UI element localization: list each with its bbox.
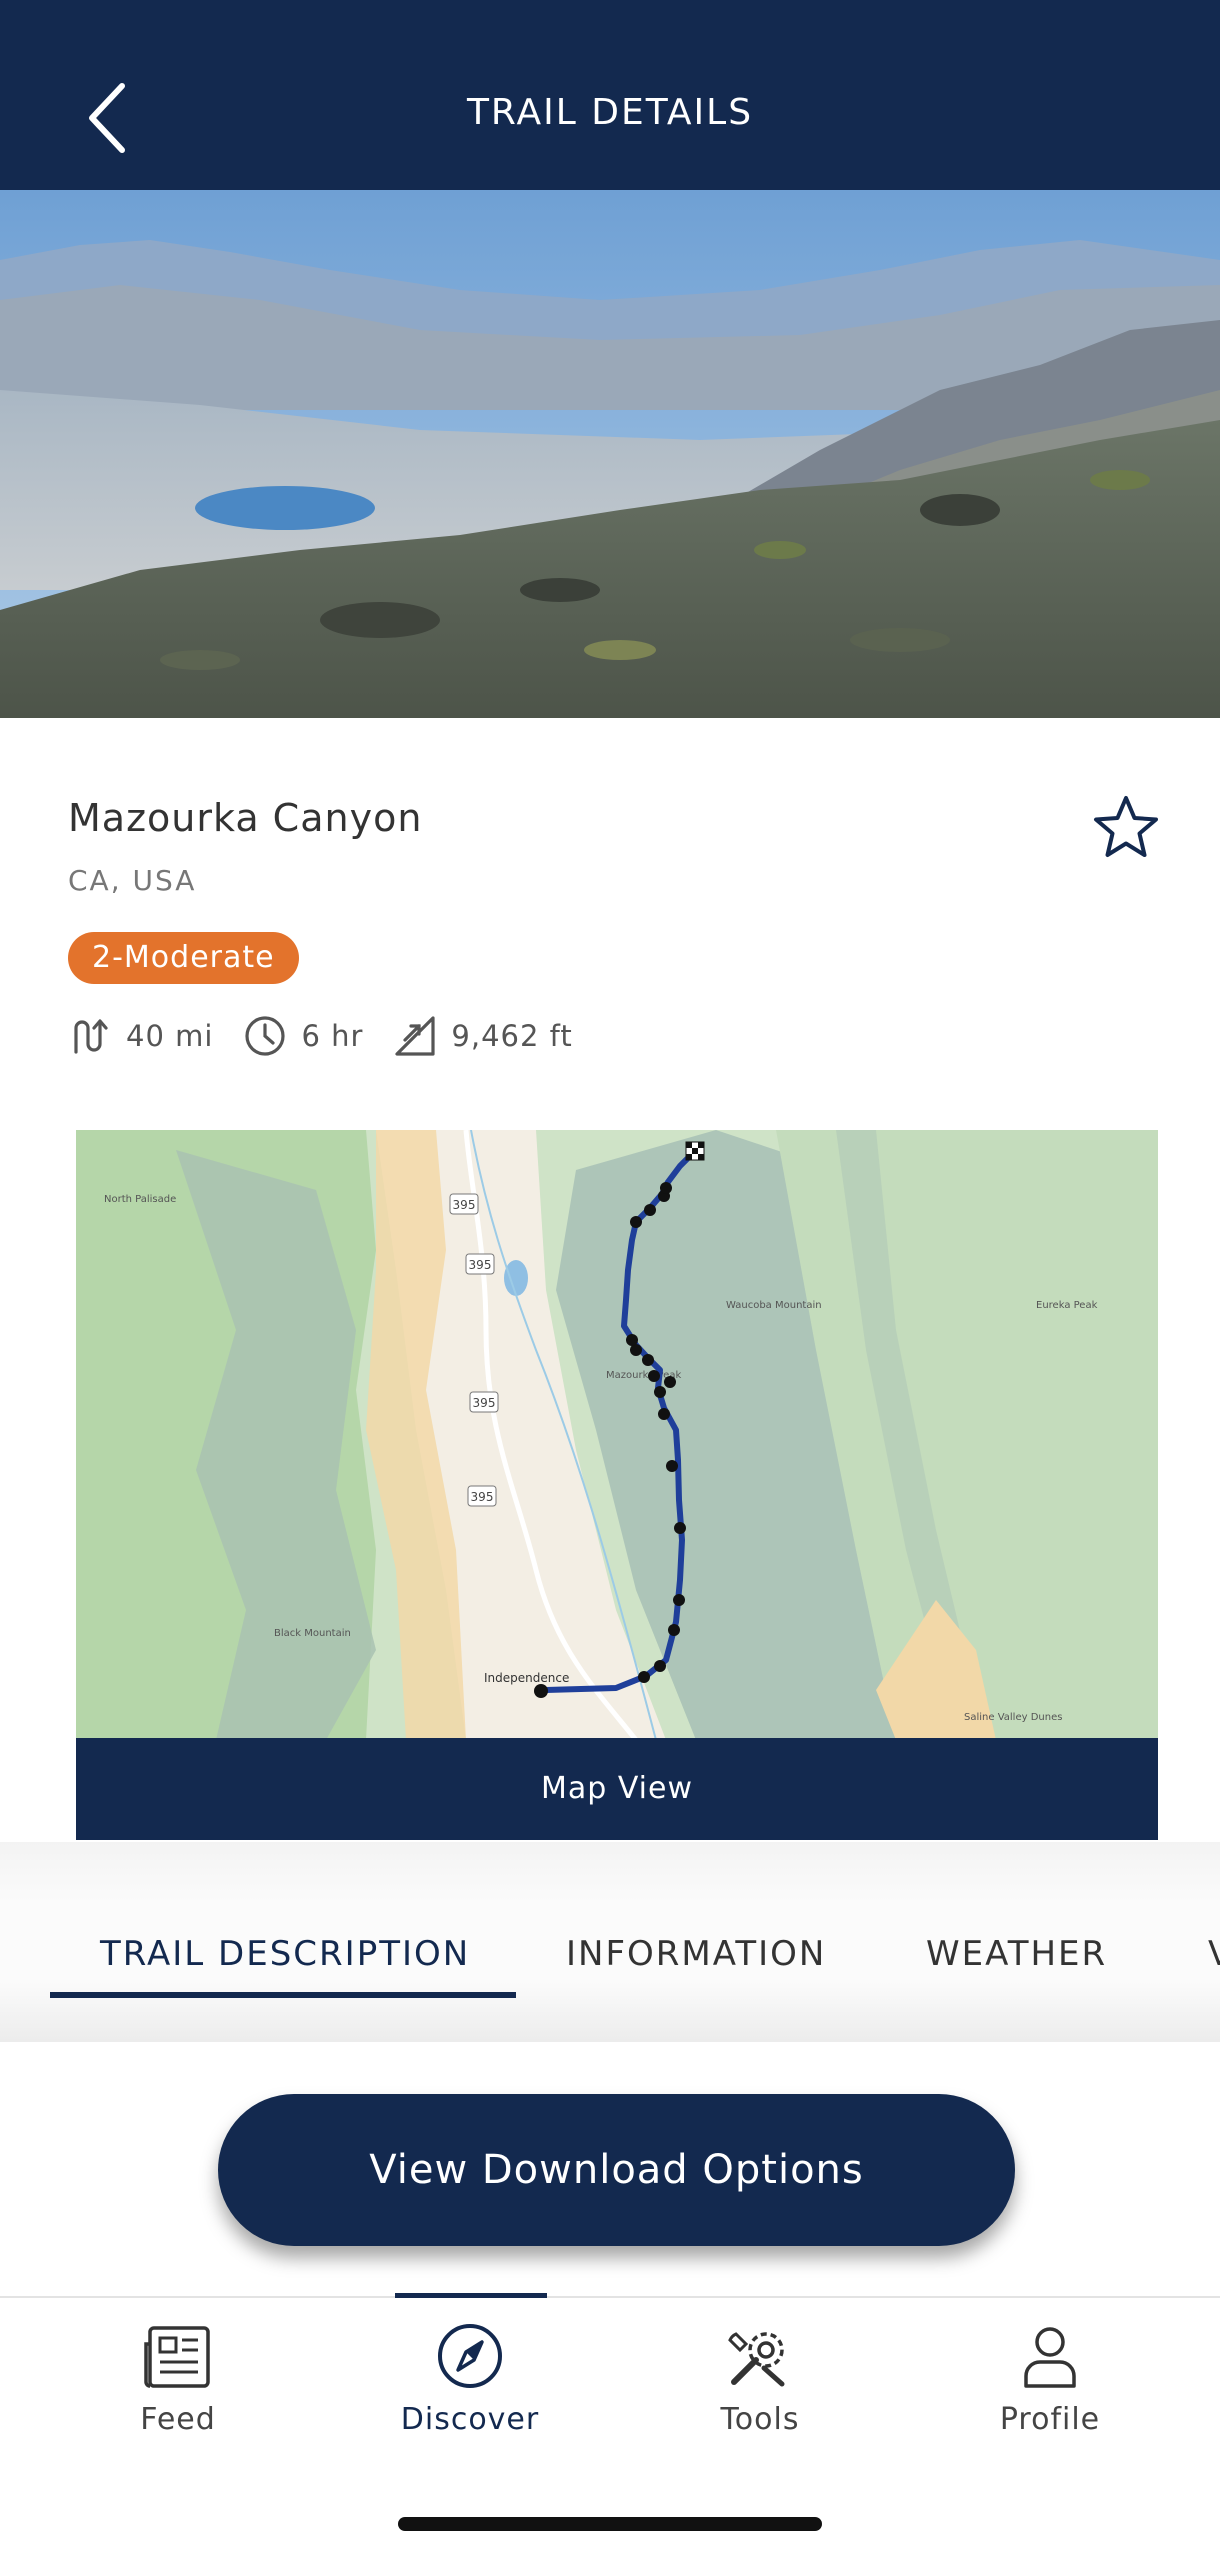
view-download-options-button[interactable]: View Download Options — [218, 2094, 1015, 2246]
elevation-icon — [395, 1016, 436, 1056]
nav-feed[interactable]: Feed — [68, 2298, 288, 2448]
nav-active-indicator — [395, 2293, 547, 2298]
nav-profile[interactable]: Profile — [940, 2298, 1160, 2448]
duration-value: 6 hr — [301, 1019, 364, 1053]
distance-value: 40 mi — [126, 1019, 214, 1053]
map-place-label: Waucoba Mountain — [726, 1300, 822, 1311]
highway-shield-label: 395 — [473, 1396, 496, 1410]
page-title: TRAIL DETAILS — [466, 92, 754, 133]
difficulty-badge: 2-Moderate — [68, 932, 299, 984]
trail-map-card: 395 395 395 395 North Palisade Black Mou… — [76, 1130, 1158, 1840]
tab-trail-description[interactable]: TRAIL DESCRIPTION — [100, 1890, 470, 2000]
map-place-label: Black Mountain — [274, 1628, 351, 1639]
favorite-button[interactable] — [1090, 792, 1162, 864]
nav-label: Tools — [720, 2402, 800, 2437]
distance-stat: 40 mi — [68, 1014, 213, 1058]
trail-location: CA, USA — [68, 864, 197, 897]
map-place-label: Saline Valley Dunes — [964, 1712, 1062, 1723]
elevation-value: 9,462 ft — [451, 1019, 573, 1053]
finish-flag-icon — [685, 1141, 705, 1161]
highway-shield-label: 395 — [453, 1198, 476, 1212]
trail-stats: 40 mi 6 hr 9,462 ft — [68, 1010, 603, 1062]
tab-overflow[interactable]: V — [1208, 1890, 1220, 2000]
detail-tabs: TRAIL DESCRIPTION INFORMATION WEATHER V — [0, 1890, 1220, 2000]
highway-shield-label: 395 — [471, 1490, 494, 1504]
newspaper-icon — [144, 2326, 210, 2388]
home-indicator[interactable] — [398, 2517, 822, 2531]
clock-icon — [245, 1016, 286, 1056]
map-place-label: Independence — [484, 1671, 569, 1685]
active-tab-indicator — [50, 1992, 516, 1998]
map-view-button[interactable]: Map View — [76, 1738, 1158, 1840]
nav-label: Feed — [140, 2402, 216, 2437]
duration-stat: 6 hr — [243, 1014, 363, 1058]
nav-discover[interactable]: Discover — [360, 2298, 580, 2448]
map-place-label: North Palisade — [104, 1194, 176, 1205]
tools-icon — [728, 2332, 785, 2387]
elevation-stat: 9,462 ft — [393, 1014, 572, 1058]
trail-name: Mazourka Canyon — [68, 796, 423, 840]
top-app-bar: TRAIL DETAILS — [0, 0, 1220, 190]
nav-tools[interactable]: Tools — [650, 2298, 870, 2448]
star-outline-icon — [1094, 796, 1158, 857]
highway-shield-label: 395 — [469, 1258, 492, 1272]
map-place-label: Eureka Peak — [1036, 1300, 1098, 1311]
tab-information[interactable]: INFORMATION — [566, 1890, 826, 2000]
route-icon — [74, 1019, 108, 1054]
nav-label: Discover — [400, 2402, 540, 2437]
tab-weather[interactable]: WEATHER — [926, 1890, 1107, 2000]
trail-hero-image — [0, 190, 1220, 718]
trail-map[interactable]: 395 395 395 395 North Palisade Black Mou… — [76, 1130, 1158, 1740]
nav-label: Profile — [999, 2402, 1101, 2437]
compass-icon — [438, 2324, 502, 2388]
person-icon — [1024, 2327, 1076, 2388]
